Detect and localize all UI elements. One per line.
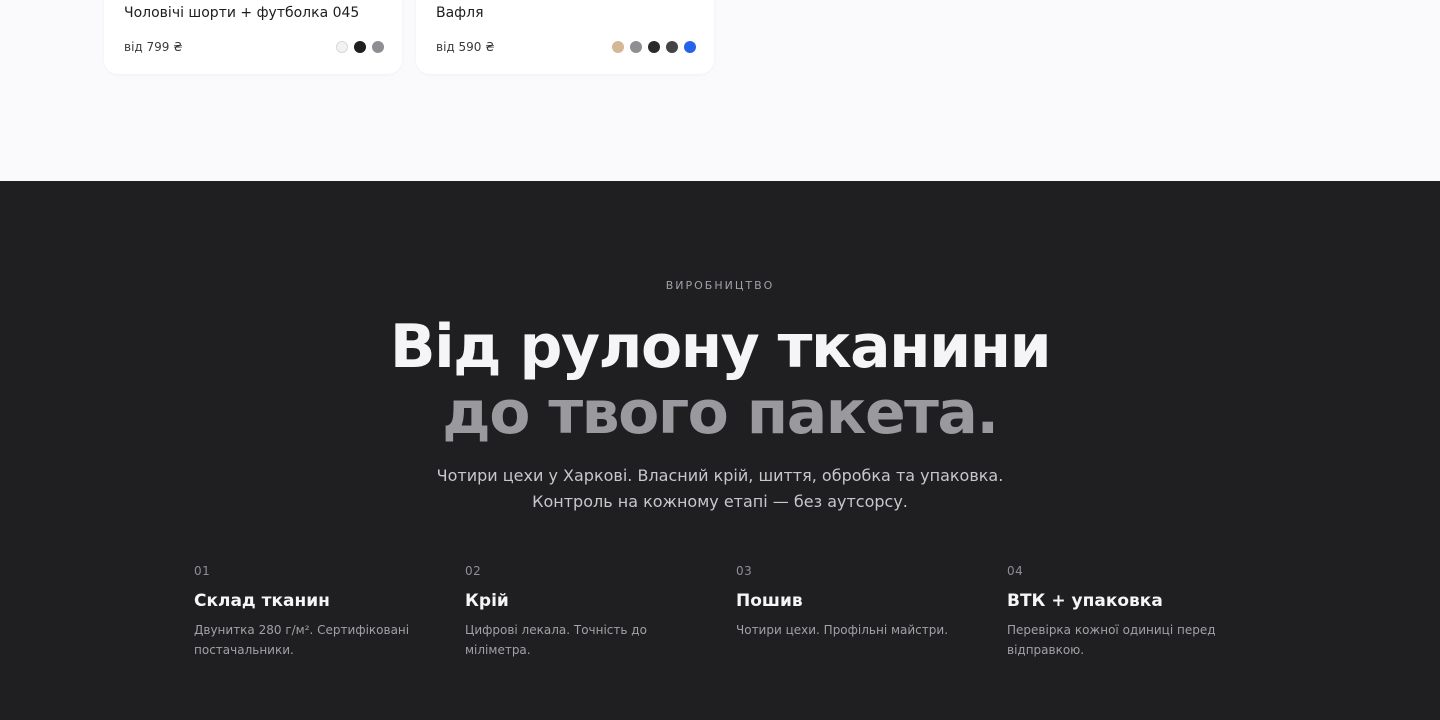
step-number: 03 <box>736 564 753 578</box>
color-swatch[interactable] <box>354 41 366 53</box>
color-swatches <box>336 41 384 53</box>
step-description: Двунитка 280 г/м². Сертифіковані постача… <box>194 623 410 657</box>
color-swatch[interactable] <box>666 41 678 53</box>
product-card[interactable]: Вафля від 590 ₴ <box>416 0 714 74</box>
product-grid-section: Чоловічі шорти + футболка 045 від 799 ₴ … <box>0 0 1440 181</box>
step-description: Перевірка кожної одиниці перед відправко… <box>1007 623 1216 657</box>
color-swatch[interactable] <box>372 41 384 53</box>
section-lead: Чотири цехи у Харкові. Власний крій, шит… <box>436 466 1004 511</box>
step-description: Цифрові лекала. Точність до міліметра. <box>465 623 647 657</box>
color-swatches <box>612 41 696 53</box>
step-title: Склад тканин <box>194 591 330 611</box>
headline-secondary: до твого пакета. <box>442 378 999 448</box>
production-section: ВИРОБНИЦТВО Від рулону тканини до твого … <box>0 181 1440 720</box>
step-item: 01 Склад тканин Двунитка 280 г/м². Серти… <box>194 564 434 660</box>
color-swatch[interactable] <box>684 41 696 53</box>
headline-primary: Від рулону тканини <box>389 312 1052 382</box>
color-swatch[interactable] <box>648 41 660 53</box>
product-price: від 590 ₴ <box>436 40 495 54</box>
step-title: Пошив <box>736 591 803 611</box>
step-item: 04 ВТК + упаковка Перевірка кожної одини… <box>1007 564 1247 660</box>
step-title: ВТК + упаковка <box>1007 591 1163 611</box>
section-eyebrow: ВИРОБНИЦТВО <box>665 279 775 292</box>
product-price: від 799 ₴ <box>124 40 183 54</box>
step-item: 03 Пошив Чотири цехи. Профільні майстри. <box>736 564 976 640</box>
step-number: 02 <box>465 564 482 578</box>
color-swatch[interactable] <box>336 41 348 53</box>
step-title: Крій <box>465 591 509 611</box>
product-title[interactable]: Вафля <box>436 5 484 21</box>
step-number: 04 <box>1007 564 1024 578</box>
product-title[interactable]: Чоловічі шорти + футболка 045 <box>124 5 359 21</box>
step-number: 01 <box>194 564 211 578</box>
step-item: 02 Крій Цифрові лекала. Точність до мілі… <box>465 564 705 660</box>
color-swatch[interactable] <box>612 41 624 53</box>
color-swatch[interactable] <box>630 41 642 53</box>
product-card[interactable]: Чоловічі шорти + футболка 045 від 799 ₴ <box>104 0 402 74</box>
step-description: Чотири цехи. Профільні майстри. <box>736 623 949 637</box>
